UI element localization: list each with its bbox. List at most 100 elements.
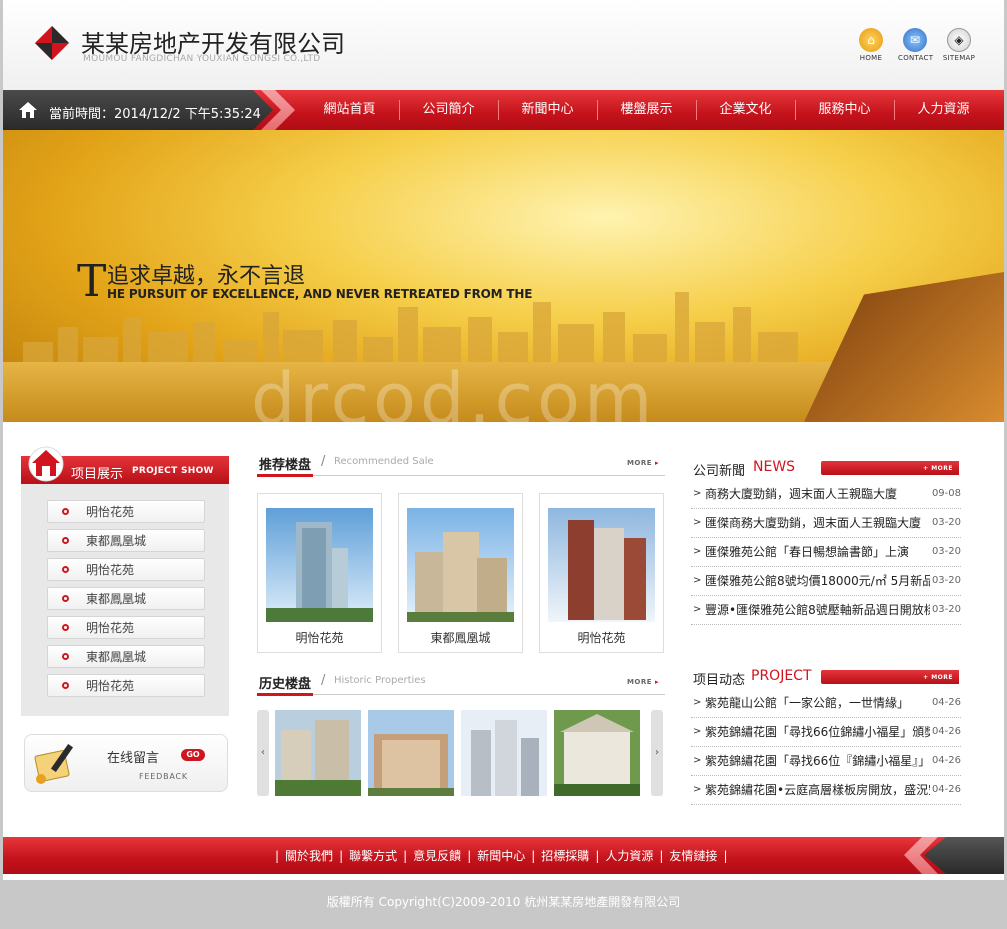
news-date: 04-26 <box>929 718 961 746</box>
project-news-list: > 紫苑龍山公館「一家公館，一世情緣」 04-26 > 紫苑錦繡花園「尋找66位錦繡小… <box>691 689 961 805</box>
news-date: 04-26 <box>929 776 961 804</box>
nav-item-about[interactable]: 公司簡介 <box>399 90 498 130</box>
footer-link-procurement[interactable]: 招標採購 <box>541 847 589 864</box>
carousel-next-button[interactable]: › <box>651 710 663 796</box>
news-date: 09-08 <box>929 480 961 508</box>
news-item[interactable]: > 紫苑錦繡花園「尋找66位『錦繡小福星』」活動 04-26 <box>691 747 961 776</box>
top-link-home[interactable]: ⌂ HOME <box>854 28 888 62</box>
historic-property-image[interactable] <box>554 710 640 796</box>
property-caption: 明怡花苑 <box>577 631 626 645</box>
project-item[interactable]: 明怡花苑 <box>47 558 205 581</box>
project-item-label: 明怡花苑 <box>86 621 135 635</box>
footer-dark-decoration <box>924 837 1004 874</box>
nav-item-culture[interactable]: 企業文化 <box>696 90 795 130</box>
nav-item-hr[interactable]: 人力資源 <box>894 90 993 130</box>
news-text: 商務大廈勁銷，週末面人王親臨大廈 <box>705 487 898 501</box>
footer-separator: | <box>339 848 344 863</box>
more-link[interactable]: MORE ▸ <box>627 459 659 467</box>
bullet-icon <box>62 624 69 631</box>
project-item-label: 明怡花苑 <box>86 679 135 693</box>
top-link-contact[interactable]: ✉ CONTACT <box>898 28 934 62</box>
news-item[interactable]: > 匯傑雅苑公館8號均價18000元/㎡ 5月新品面市 03-20 <box>691 567 961 596</box>
middle-column: 推荐楼盘 / Recommended Sale MORE ▸ 明怡花苑 東都鳳凰… <box>257 444 665 796</box>
project-item[interactable]: 東都鳳凰城 <box>47 645 205 668</box>
news-date: 03-20 <box>929 596 961 624</box>
section-title-en: Recommended Sale <box>334 456 434 467</box>
project-item-label: 東都鳳凰城 <box>86 534 147 548</box>
hero-banner: T 追求卓越，永不言退 HE PURSUIT OF EXCELLENCE, AN… <box>3 130 1004 422</box>
historic-property-image[interactable] <box>461 710 547 796</box>
top-link-label: CONTACT <box>898 54 934 62</box>
news-item[interactable]: > 商務大廈勁銷，週末面人王親臨大廈 09-08 <box>691 480 961 509</box>
news-text: 匯傑雅苑公館8號均價18000元/㎡ 5月新品面市 <box>705 574 949 588</box>
news-item[interactable]: > 紫苑錦繡花園「尋找66位錦繡小福星」頒獎活動 04-26 <box>691 718 961 747</box>
current-time: 當前時間：2014/12/2 下午5:35:24 <box>49 107 261 122</box>
arrow-icon: > <box>693 575 702 586</box>
footer-link-friends[interactable]: 友情鏈接 <box>669 847 717 864</box>
project-item[interactable]: 明怡花苑 <box>47 500 205 523</box>
project-item[interactable]: 明怡花苑 <box>47 674 205 697</box>
news-text: 匯傑雅苑公館「春日暢想論書節」上演 <box>705 545 910 559</box>
historic-property-image[interactable] <box>275 710 361 796</box>
footer-link-hr[interactable]: 人力資源 <box>605 847 653 864</box>
news-item[interactable]: > 紫苑錦繡花園•云庭高層樣板房開放，盛況空前 04-26 <box>691 776 961 805</box>
arrow-icon: > <box>693 604 702 615</box>
right-column: 公司新聞 NEWS + MORE > 商務大廈勁銷，週末面人王親臨大廈 09-08 … <box>691 444 961 805</box>
top-link-sitemap[interactable]: ◈ SITEMAP <box>942 28 976 62</box>
news-item[interactable]: > 紫苑龍山公館「一家公館，一世情緣」 04-26 <box>691 689 961 718</box>
nav-item-news[interactable]: 新聞中心 <box>498 90 597 130</box>
logo-diamond-icon <box>35 26 69 60</box>
slogan-chinese: 追求卓越，永不言退 <box>107 264 306 289</box>
footer-link-about[interactable]: 關於我們 <box>285 847 333 864</box>
news-text: 紫苑錦繡花園•云庭高層樣板房開放，盛況空前 <box>705 783 949 797</box>
arrow-icon: > <box>693 546 702 557</box>
news-item[interactable]: > 豐源•匯傑雅苑公館8號壓軸新品週日開放樣板 03-20 <box>691 596 961 625</box>
news-item[interactable]: > 匯傑商務大廈勁銷，週末面人王親臨大廈 03-20 <box>691 509 961 538</box>
feedback-button[interactable]: 在线留言 GO FEEDBACK <box>24 734 228 792</box>
slogan-initial: T <box>77 256 107 307</box>
footer-link-feedback[interactable]: 意見反饋 <box>413 847 461 864</box>
compass-icon: ◈ <box>947 28 971 52</box>
project-show-title-en: PROJECT SHOW <box>132 466 214 476</box>
home-icon[interactable] <box>19 102 37 118</box>
section-title: 历史楼盘 <box>259 677 312 692</box>
project-item[interactable]: 東都鳳凰城 <box>47 529 205 552</box>
top-link-label: SITEMAP <box>942 54 976 62</box>
news-more-bar[interactable]: + MORE <box>821 461 959 475</box>
top-link-label: HOME <box>859 54 883 62</box>
project-item[interactable]: 東都鳳凰城 <box>47 587 205 610</box>
nav-item-home[interactable]: 網站首頁 <box>300 90 399 130</box>
project-item[interactable]: 明怡花苑 <box>47 616 205 639</box>
news-item[interactable]: > 匯傑雅苑公館「春日暢想論書節」上演 03-20 <box>691 538 961 567</box>
arrow-icon: > <box>693 697 702 708</box>
project-show-title: 项目展示 <box>71 467 124 482</box>
property-card[interactable]: 明怡花苑 <box>257 493 382 653</box>
bullet-icon <box>62 653 69 660</box>
section-slash: / <box>321 673 326 688</box>
nav-item-properties[interactable]: 樓盤展示 <box>597 90 696 130</box>
historic-header: 历史楼盘 / Historic Properties MORE ▸ <box>257 663 665 696</box>
arrow-icon: > <box>693 784 702 795</box>
more-link[interactable]: MORE ▸ <box>627 678 659 686</box>
project-news-more-bar[interactable]: + MORE <box>821 670 959 684</box>
footer-link-contact[interactable]: 聯繫方式 <box>349 847 397 864</box>
footer-separator: | <box>531 848 536 863</box>
carousel-prev-button[interactable]: ‹ <box>257 710 269 796</box>
footer-links: | 關於我們 | 聯繫方式 | 意見反饋 | 新聞中心 | 招標採購 | 人力資… <box>269 837 733 874</box>
historic-property-image[interactable] <box>368 710 454 796</box>
nav-item-service[interactable]: 服務中心 <box>795 90 894 130</box>
footer-link-news[interactable]: 新聞中心 <box>477 847 525 864</box>
pencil-notepad-icon <box>34 743 74 784</box>
bullet-icon <box>62 508 69 515</box>
mail-icon: ✉ <box>903 28 927 52</box>
more-link-label: MORE <box>626 678 653 686</box>
property-card[interactable]: 明怡花苑 <box>539 493 664 653</box>
project-news-header: 项目动态 PROJECT + MORE <box>691 653 961 689</box>
footer-nav: | 關於我們 | 聯繫方式 | 意見反饋 | 新聞中心 | 招標採購 | 人力資… <box>3 837 1004 874</box>
bullet-icon <box>62 595 69 602</box>
arrow-icon: > <box>693 488 702 499</box>
arrow-right-icon: ▸ <box>654 678 659 686</box>
feedback-go-badge: GO <box>181 749 205 761</box>
section-underline <box>257 474 313 477</box>
property-card[interactable]: 東都鳳凰城 <box>398 493 523 653</box>
